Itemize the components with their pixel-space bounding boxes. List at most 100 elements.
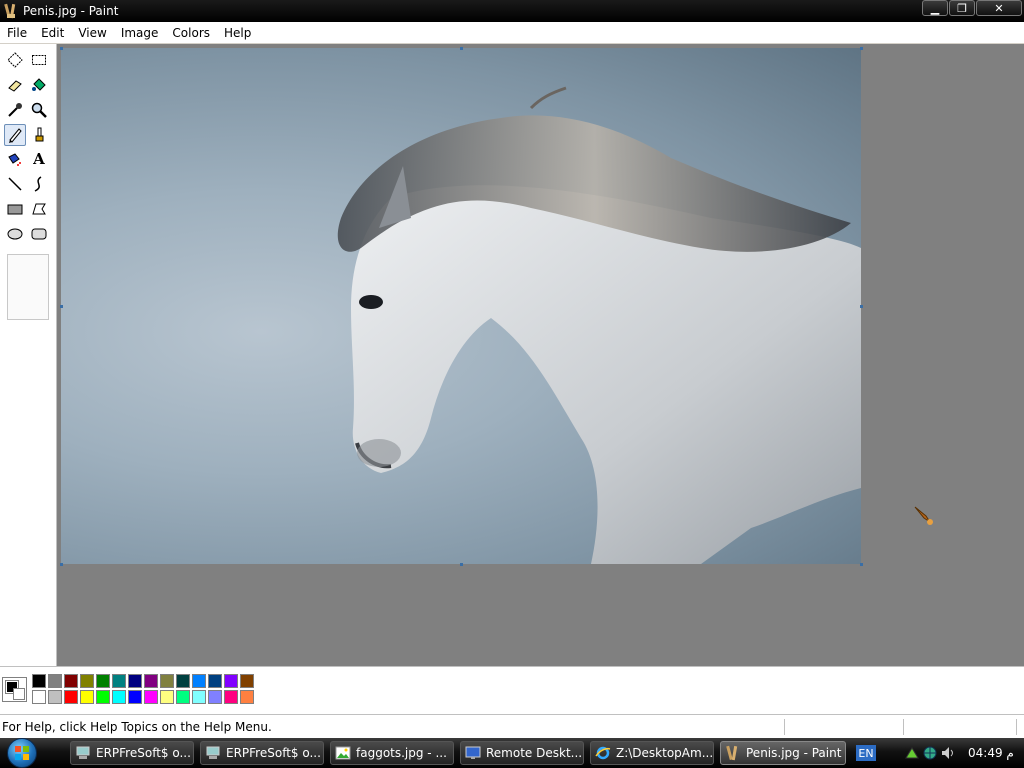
color-swatch[interactable] (160, 690, 174, 704)
color-swatch[interactable] (192, 674, 206, 688)
taskbar: ERPFreSoft$ o... ERPFreSoft$ o... faggot… (0, 738, 1024, 768)
taskbar-item-label: ERPFreSoft$ o... (96, 746, 191, 760)
menu-help[interactable]: Help (217, 23, 258, 43)
color-swatch[interactable] (32, 674, 46, 688)
color-swatch[interactable] (64, 674, 78, 688)
title-bar[interactable]: Penis.jpg - Paint ▁ ❐ ✕ (0, 0, 1024, 22)
line-icon[interactable] (4, 173, 26, 195)
color-swatch[interactable] (176, 690, 190, 704)
menu-view[interactable]: View (71, 23, 113, 43)
color-swatches (32, 674, 254, 704)
resize-handle[interactable] (460, 47, 463, 50)
taskbar-item-label: Remote Deskt... (486, 746, 583, 760)
brush-icon[interactable] (28, 124, 50, 146)
status-help-text: For Help, click Help Topics on the Help … (2, 719, 272, 734)
color-swatch[interactable] (112, 674, 126, 688)
color-swatch[interactable] (224, 690, 238, 704)
network-icon (205, 745, 221, 761)
color-swatch[interactable] (144, 690, 158, 704)
window-title: Penis.jpg - Paint (23, 4, 119, 18)
color-swatch[interactable] (64, 690, 78, 704)
pencil-icon[interactable] (4, 124, 26, 146)
resize-handle[interactable] (860, 563, 863, 566)
rect-select-icon[interactable] (28, 49, 50, 71)
tray-globe-icon[interactable] (922, 745, 938, 761)
color-swatch[interactable] (48, 674, 62, 688)
current-colors[interactable] (2, 677, 27, 702)
color-swatch[interactable] (128, 690, 142, 704)
color-swatch[interactable] (176, 674, 190, 688)
color-swatch[interactable] (80, 674, 94, 688)
toolbox: A (0, 44, 57, 666)
color-swatch[interactable] (240, 674, 254, 688)
color-swatch[interactable] (224, 674, 238, 688)
color-swatch[interactable] (96, 674, 110, 688)
color-swatch[interactable] (208, 690, 222, 704)
taskbar-item-explorer[interactable]: Z:\DesktopAm... (590, 741, 714, 765)
network-icon (75, 745, 91, 761)
color-swatch[interactable] (32, 690, 46, 704)
color-swatch[interactable] (192, 690, 206, 704)
color-swatch[interactable] (128, 674, 142, 688)
rounded-rect-icon[interactable] (28, 223, 50, 245)
windows-logo-icon (7, 738, 37, 768)
close-button[interactable]: ✕ (976, 0, 1022, 16)
tool-options-panel[interactable] (7, 254, 49, 320)
magnifier-icon[interactable] (28, 99, 50, 121)
ie-icon (595, 745, 611, 761)
workspace: A (0, 44, 1024, 666)
window-controls: ▁ ❐ ✕ (922, 0, 1022, 18)
color-swatch[interactable] (96, 690, 110, 704)
ellipse-icon[interactable] (4, 223, 26, 245)
menu-image[interactable]: Image (114, 23, 166, 43)
resize-handle[interactable] (60, 47, 63, 50)
resize-handle[interactable] (60, 563, 63, 566)
status-bar: For Help, click Help Topics on the Help … (0, 714, 1024, 738)
resize-handle[interactable] (460, 563, 463, 566)
taskbar-item-erpfresoft-1[interactable]: ERPFreSoft$ o... (70, 741, 194, 765)
resize-handle[interactable] (60, 305, 63, 308)
polygon-icon[interactable] (28, 198, 50, 220)
taskbar-item-label: Penis.jpg - Paint (746, 746, 842, 760)
color-swatch[interactable] (112, 690, 126, 704)
airbrush-icon[interactable] (4, 148, 26, 170)
remote-desktop-icon (465, 745, 481, 761)
fill-bucket-icon[interactable] (28, 74, 50, 96)
restore-button[interactable]: ❐ (949, 0, 975, 16)
menu-edit[interactable]: Edit (34, 23, 71, 43)
menu-colors[interactable]: Colors (165, 23, 217, 43)
resize-handle[interactable] (860, 47, 863, 50)
taskbar-item-paint[interactable]: Penis.jpg - Paint (720, 741, 846, 765)
tray-speaker-icon[interactable] (940, 745, 956, 761)
tray-network-icon[interactable] (904, 745, 920, 761)
horse-photo (337, 86, 861, 564)
status-divider (1016, 719, 1017, 735)
taskbar-item-label: faggots.jpg - ... (356, 746, 447, 760)
color-swatch[interactable] (48, 690, 62, 704)
language-indicator[interactable]: EN (856, 745, 876, 761)
color-swatch[interactable] (160, 674, 174, 688)
taskbar-item-erpfresoft-2[interactable]: ERPFreSoft$ o... (200, 741, 324, 765)
taskbar-item-remote-desktop[interactable]: Remote Deskt... (460, 741, 584, 765)
clock[interactable]: 04:49 م (968, 746, 1014, 760)
taskbar-item-faggots-jpg[interactable]: faggots.jpg - ... (330, 741, 454, 765)
minimize-button[interactable]: ▁ (922, 0, 948, 16)
curve-icon[interactable] (28, 173, 50, 195)
start-button[interactable] (0, 738, 44, 768)
canvas-scroll-area (57, 44, 1024, 666)
color-swatch[interactable] (208, 674, 222, 688)
free-select-icon[interactable] (4, 49, 26, 71)
taskbar-item-label: Z:\DesktopAm... (616, 746, 714, 760)
text-icon[interactable]: A (28, 148, 50, 170)
menu-file[interactable]: File (0, 23, 34, 43)
paint-icon (725, 745, 741, 761)
color-swatch[interactable] (144, 674, 158, 688)
rectangle-icon[interactable] (4, 198, 26, 220)
eraser-icon[interactable] (4, 74, 26, 96)
color-picker-icon[interactable] (4, 99, 26, 121)
image-canvas[interactable] (61, 48, 861, 564)
color-swatch[interactable] (80, 690, 94, 704)
resize-handle[interactable] (860, 305, 863, 308)
color-swatch[interactable] (240, 690, 254, 704)
menu-bar: File Edit View Image Colors Help (0, 22, 1024, 44)
